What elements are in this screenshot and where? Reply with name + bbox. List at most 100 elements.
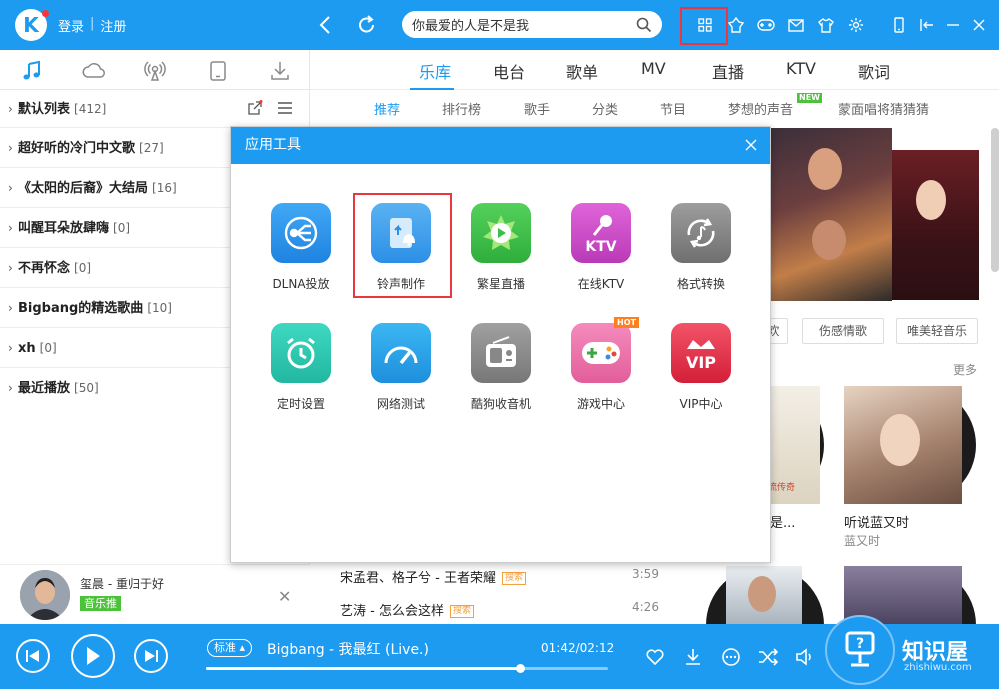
progress-knob[interactable] (515, 664, 525, 673)
search-box (402, 11, 662, 38)
device-icon[interactable] (207, 60, 229, 82)
playlist-name: 叫醒耳朵放肆嗨 (18, 221, 110, 236)
caret-up-icon: ▴ (239, 641, 246, 654)
subtab-recommend[interactable]: 推荐 (374, 99, 400, 118)
tab-library[interactable]: 乐库 (419, 59, 451, 83)
close-icon[interactable] (744, 138, 758, 152)
chevron-right-icon: › (8, 261, 13, 275)
minimize-icon[interactable] (942, 14, 964, 36)
banner-image[interactable] (770, 128, 892, 301)
subtab-categories[interactable]: 分类 (592, 99, 618, 118)
game-icon[interactable] (755, 14, 777, 36)
tab-ktv[interactable]: KTV (786, 59, 816, 78)
album-title[interactable]: 是... (770, 512, 795, 531)
playback-time: 01:42/02:12 (541, 641, 615, 655)
next-button[interactable] (134, 639, 168, 673)
more-options-icon[interactable] (720, 646, 742, 668)
skin-icon[interactable] (725, 14, 747, 36)
tag-button[interactable]: 唯美轻音乐 (896, 318, 978, 344)
tool-label: VIP中心 (679, 397, 723, 411)
album-title[interactable]: 听说蓝又时 (844, 512, 909, 531)
recommend-card[interactable]: 玺晨 - 重归于好 音乐推 ✕ (0, 564, 310, 624)
subtab-masked-singer[interactable]: 蒙面唱将猜猜猜 (838, 99, 929, 118)
vip-icon-text: VIP (686, 353, 716, 372)
song-row[interactable]: 艺涛 - 怎么会这样 搜索 (340, 600, 474, 619)
cover-face (880, 414, 920, 466)
close-icon[interactable] (968, 14, 990, 36)
playlist-name: 最近播放 (18, 381, 71, 396)
mv-thumbnail[interactable] (702, 566, 824, 684)
hot-badge: HOT (614, 317, 639, 328)
tool-game-center[interactable]: HOT 游戏中心 (551, 317, 651, 412)
search-icon[interactable] (636, 17, 652, 33)
tool-dlna[interactable]: DLNA投放 (251, 203, 351, 292)
scrollbar[interactable] (991, 128, 999, 272)
artist-avatar (20, 570, 70, 620)
heart-icon[interactable] (644, 646, 666, 668)
tool-timer[interactable]: 定时设置 (251, 323, 351, 412)
title-bar: K 登录 | 注册 (0, 0, 999, 50)
progress-bar[interactable] (206, 664, 608, 673)
close-icon[interactable]: ✕ (278, 587, 291, 606)
menu-icon[interactable] (277, 100, 293, 116)
tool-format-convert[interactable]: 格式转换 (651, 203, 751, 292)
search-input[interactable] (412, 11, 627, 38)
subtab-voice-of-dream[interactable]: 梦想的声音 (728, 99, 793, 118)
tab-live[interactable]: 直播 (712, 59, 744, 83)
banner-face (916, 180, 946, 220)
subtab-programs[interactable]: 节目 (660, 99, 686, 118)
banner-image[interactable] (892, 150, 979, 300)
tab-lyrics[interactable]: 歌词 (858, 59, 890, 83)
gamepad-icon: HOT (571, 317, 639, 383)
playlist-count: [16] (152, 181, 177, 195)
playlist-item[interactable]: › 默认列表 [412] (0, 90, 309, 128)
music-note-icon[interactable] (21, 60, 43, 82)
minimize-to-tray-icon[interactable] (916, 14, 938, 36)
banner-face (812, 220, 846, 260)
subtab-charts[interactable]: 排行榜 (442, 99, 481, 118)
mobile-icon[interactable] (888, 14, 910, 36)
tab-radio[interactable]: 电台 (493, 59, 525, 83)
source-badge: 搜索 (501, 572, 526, 585)
mail-icon[interactable] (785, 14, 807, 36)
playlist-actions (247, 100, 293, 116)
playlist-name: 默认列表 (18, 102, 71, 117)
more-link[interactable]: 更多 (953, 361, 977, 378)
quality-label: 标准 (214, 641, 236, 654)
quality-selector[interactable]: 标准 ▴ (207, 639, 253, 657)
now-playing-title: Bigbang - 我最红 (Live.) (267, 642, 429, 658)
volume-icon[interactable] (794, 646, 816, 668)
play-button[interactable] (71, 634, 115, 678)
album-artist[interactable]: 蓝又时 (844, 532, 880, 549)
tab-mv[interactable]: MV (641, 59, 666, 78)
download-icon[interactable] (269, 60, 291, 82)
svg-text:?: ? (856, 636, 864, 652)
back-icon[interactable] (316, 13, 336, 37)
tool-vip-center[interactable]: VIP VIP中心 (651, 323, 751, 412)
settings-icon[interactable] (845, 14, 867, 36)
radio-icon[interactable] (144, 60, 166, 82)
tool-network-test[interactable]: 网络测试 (351, 323, 451, 412)
tag-button[interactable]: 伤感情歌 (802, 318, 884, 344)
register-link[interactable]: 注册 (100, 16, 126, 35)
playlist-name: 超好听的冷门中文歌 (18, 141, 136, 156)
cloud-icon[interactable] (82, 60, 106, 82)
download-icon[interactable] (682, 646, 704, 668)
tool-radio[interactable]: 酷狗收音机 (451, 323, 551, 412)
album-card[interactable] (844, 386, 976, 504)
tool-label: 游戏中心 (576, 397, 625, 411)
login-link[interactable]: 登录 (58, 16, 84, 35)
tool-label: 定时设置 (276, 397, 325, 411)
subtab-singers[interactable]: 歌手 (524, 99, 550, 118)
song-row[interactable]: 宋孟君、格子兮 - 王者荣耀 搜索 (340, 567, 526, 586)
auth-separator: | (90, 16, 95, 31)
tool-live[interactable]: 繁星直播 (451, 203, 551, 292)
share-icon[interactable] (247, 100, 263, 116)
refresh-icon[interactable] (356, 13, 378, 37)
tool-ktv[interactable]: KTV 在线KTV (551, 203, 651, 292)
shirt-icon[interactable] (815, 14, 837, 36)
auth-links: 登录 | 注册 (58, 16, 126, 35)
tab-playlists[interactable]: 歌单 (566, 59, 598, 83)
shuffle-icon[interactable] (757, 646, 779, 668)
previous-button[interactable] (16, 639, 50, 673)
